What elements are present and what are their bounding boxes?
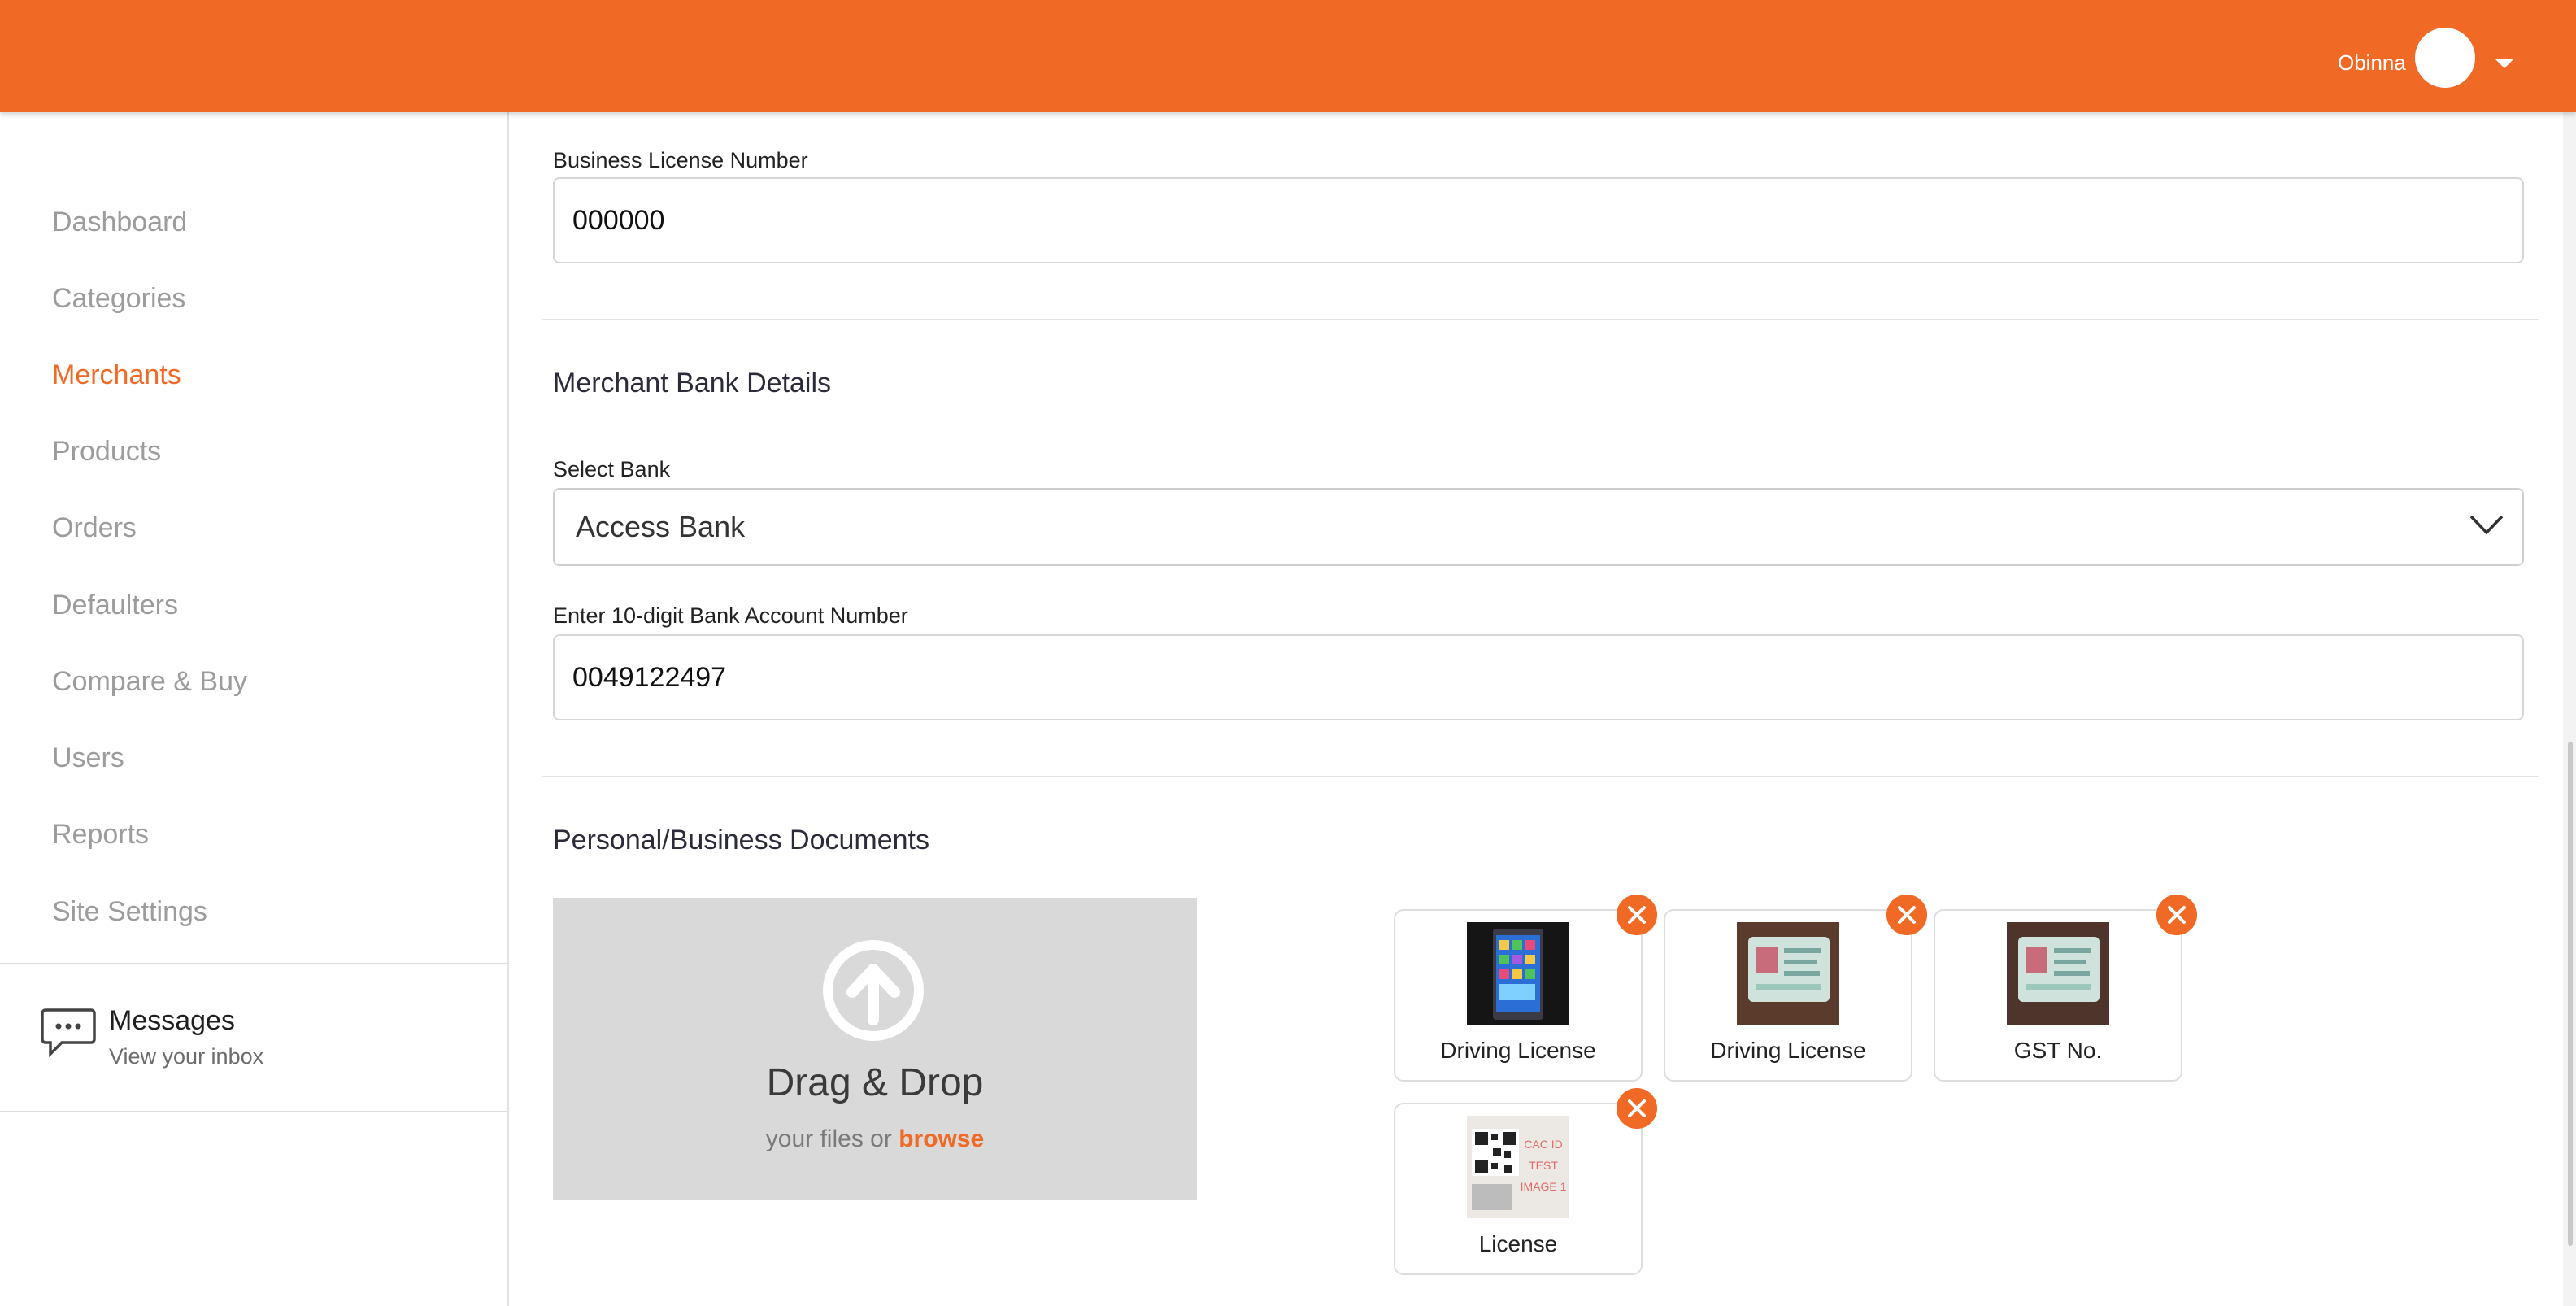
sidebar-item-reports[interactable]: Reports — [52, 819, 149, 851]
sidebar-item-users[interactable]: Users — [52, 742, 124, 774]
bank-select[interactable]: Access Bank — [553, 488, 2524, 566]
chevron-down-icon — [2469, 515, 2504, 535]
top-bar: Obinna — [0, 0, 2576, 112]
dropzone-subtitle-text: your files or — [765, 1125, 892, 1152]
remove-document-button[interactable] — [1886, 895, 1927, 935]
user-avatar[interactable] — [2415, 28, 2475, 88]
upload-arrow-icon — [823, 940, 924, 1041]
remove-document-button[interactable] — [2156, 895, 2197, 935]
account-number-label: Enter 10-digit Bank Account Number — [553, 603, 908, 628]
sidebar-item-dashboard[interactable]: Dashboard — [52, 207, 187, 238]
sidebar-item-orders[interactable]: Orders — [52, 512, 137, 544]
file-dropzone[interactable]: Drag & Drop your files or browse — [553, 898, 1197, 1200]
select-bank-label: Select Bank — [553, 457, 671, 481]
document-thumbnail[interactable] — [2007, 922, 2109, 1025]
messages-link[interactable]: Messages — [109, 1005, 235, 1037]
user-menu-caret-icon[interactable] — [2495, 59, 2514, 68]
sidebar-divider — [0, 1111, 507, 1112]
chat-bubble-icon[interactable] — [41, 1007, 96, 1057]
user-name[interactable]: Obinna — [2338, 50, 2406, 76]
remove-document-button[interactable] — [1617, 895, 1657, 935]
thumbnail-text: IMAGE 1 — [1521, 1180, 1567, 1193]
sidebar-item-defaulters[interactable]: Defaulters — [52, 590, 178, 621]
thumbnail-text: CAC ID — [1524, 1138, 1562, 1151]
document-thumbnail[interactable] — [1467, 922, 1569, 1025]
document-thumbnail[interactable] — [1737, 922, 1839, 1025]
business-license-input[interactable]: 000000 — [553, 177, 2524, 263]
dropzone-subtitle: your files or browse — [553, 1125, 1197, 1153]
sidebar-divider — [0, 963, 507, 964]
messages-subtitle: View your inbox — [109, 1044, 264, 1069]
document-card[interactable]: GST No. — [1934, 909, 2182, 1082]
sidebar-item-compare-buy[interactable]: Compare & Buy — [52, 666, 247, 698]
account-number-input[interactable]: 0049122497 — [553, 634, 2524, 720]
document-card[interactable]: CAC ID TEST IMAGE 1 License — [1394, 1103, 1643, 1275]
bank-select-value: Access Bank — [576, 510, 746, 543]
document-card[interactable]: Driving License — [1394, 909, 1643, 1082]
sidebar-item-products[interactable]: Products — [52, 436, 161, 468]
sidebar: Dashboard Categories Merchants Products … — [0, 112, 509, 1306]
remove-document-button[interactable] — [1617, 1088, 1657, 1129]
section-divider — [542, 319, 2539, 320]
document-label: GST No. — [2013, 1038, 2103, 1063]
section-divider — [542, 776, 2539, 777]
document-label: License — [1478, 1231, 1558, 1256]
documents-section-title: Personal/Business Documents — [553, 825, 930, 855]
document-card[interactable]: Driving License — [1664, 909, 1912, 1082]
document-label: Driving License — [1710, 1038, 1866, 1063]
sidebar-item-merchants[interactable]: Merchants — [52, 359, 181, 391]
business-license-label: Business License Number — [553, 148, 808, 172]
document-thumbnail[interactable]: CAC ID TEST IMAGE 1 — [1467, 1116, 1569, 1218]
bank-section-title: Merchant Bank Details — [553, 368, 832, 398]
dropzone-title: Drag & Drop — [766, 1061, 984, 1104]
document-label: Driving License — [1440, 1038, 1596, 1063]
scrollbar-thumb[interactable] — [2568, 742, 2573, 1246]
sidebar-item-site-settings[interactable]: Site Settings — [52, 896, 207, 928]
browse-link[interactable]: browse — [899, 1125, 984, 1152]
thumbnail-text: TEST — [1529, 1159, 1558, 1172]
sidebar-item-categories[interactable]: Categories — [52, 283, 185, 315]
